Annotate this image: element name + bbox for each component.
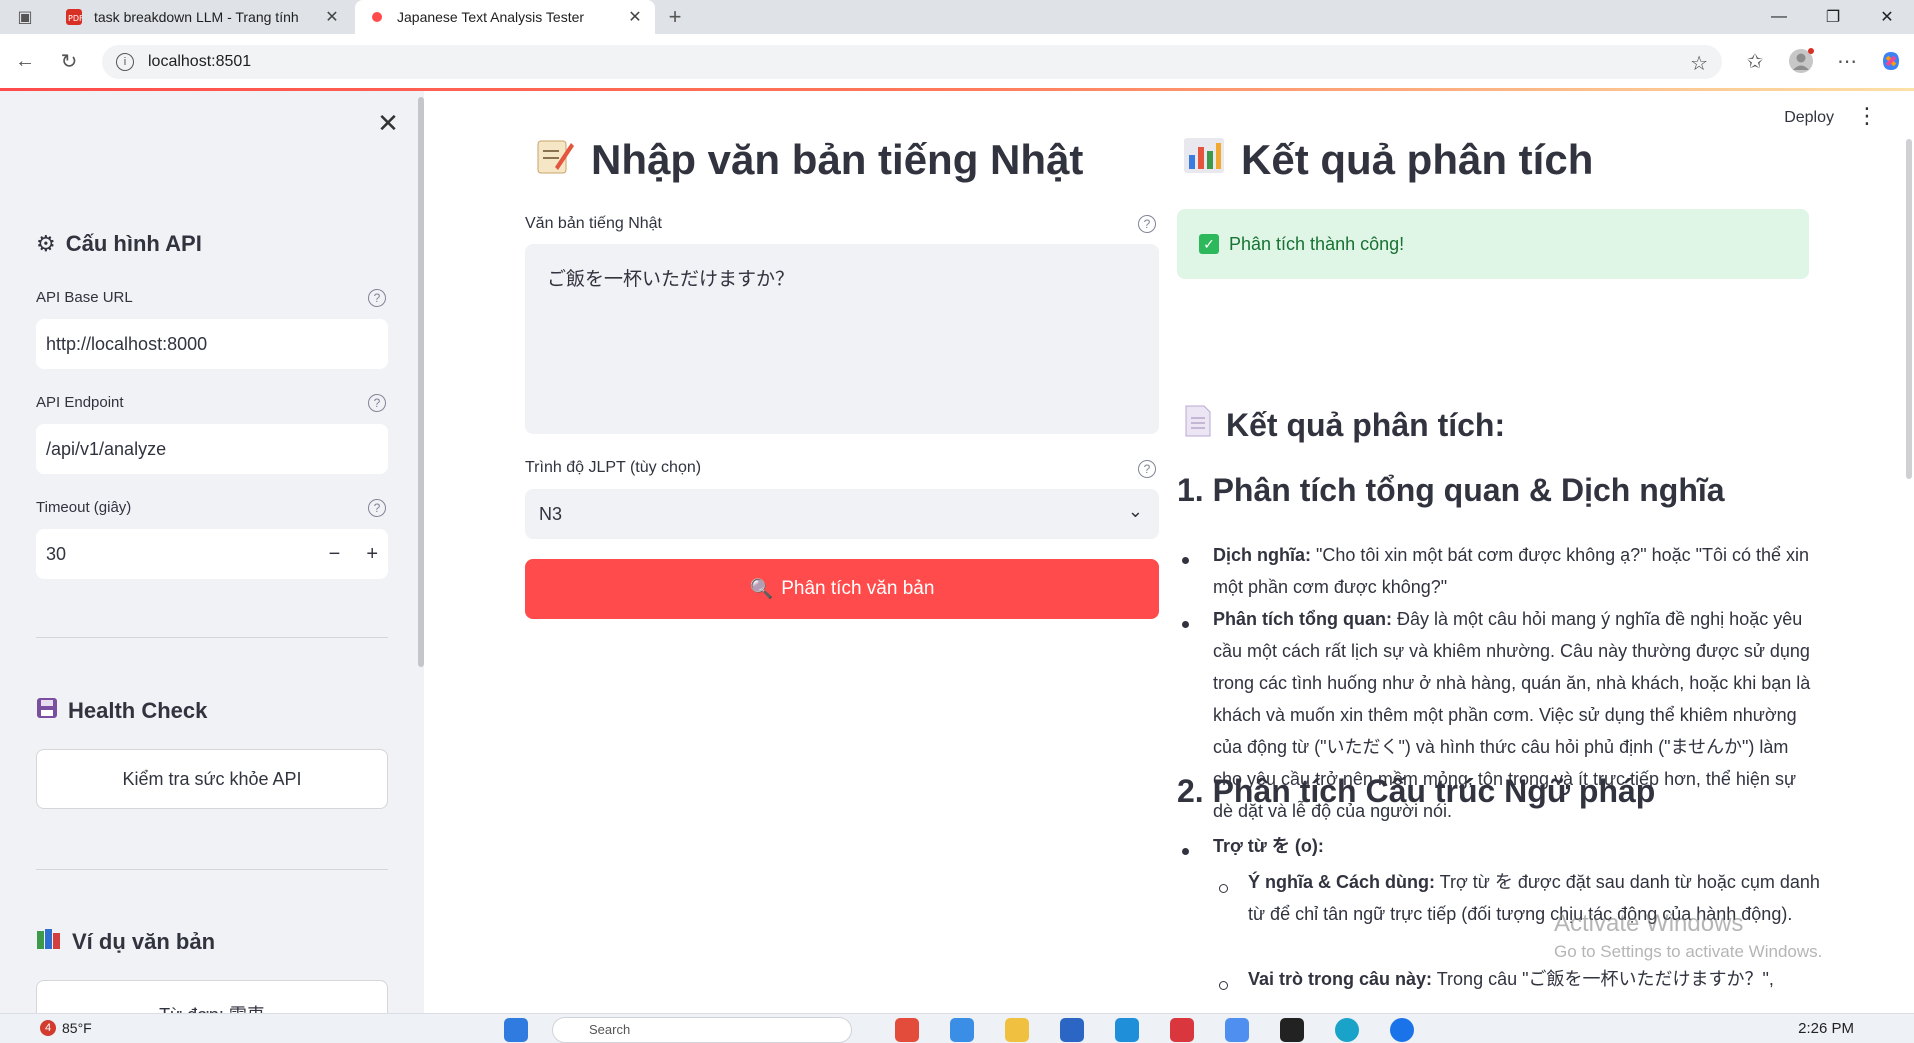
sidebar: ✕ ⚙ Cấu hình API API Base URL ? http://l… xyxy=(0,91,424,1013)
magnifier-icon: 🔍 xyxy=(749,579,774,600)
app-icon[interactable] xyxy=(1060,1018,1084,1042)
section-1-heading: 1. Phân tích tổng quan & Dịch nghĩa xyxy=(1177,472,1725,508)
results-subheading: Kết quả phân tích: xyxy=(1184,404,1505,446)
help-icon[interactable]: ? xyxy=(368,394,386,412)
tab-title: Japanese Text Analysis Tester xyxy=(397,9,585,25)
help-icon[interactable]: ? xyxy=(368,499,386,517)
role-item: Vai trò trong câu này: Trong câu "ご飯を一杯い… xyxy=(1248,969,1774,989)
edge-icon[interactable] xyxy=(1335,1018,1359,1042)
examples-heading: Ví dụ văn bản xyxy=(36,928,215,956)
streamlit-icon xyxy=(369,9,385,25)
profile-avatar[interactable] xyxy=(1784,44,1818,78)
health-check-heading: Health Check xyxy=(36,697,207,725)
deploy-button[interactable]: Deploy xyxy=(1784,109,1834,127)
sub-bullet xyxy=(1219,981,1228,990)
timeout-stepper[interactable]: 30 − + xyxy=(36,529,388,579)
app-icon[interactable] xyxy=(1225,1018,1249,1042)
bullet xyxy=(1182,848,1189,855)
text-input-label: Văn bản tiếng Nhật xyxy=(525,215,662,232)
check-icon: ✓ xyxy=(1199,234,1219,254)
help-icon[interactable]: ? xyxy=(1138,460,1156,478)
url-text: localhost:8501 xyxy=(148,53,252,70)
analyze-button[interactable]: 🔍 Phân tích văn bản xyxy=(525,559,1159,619)
translation-item: Dịch nghĩa: "Cho tôi xin một bát cơm đượ… xyxy=(1213,545,1810,597)
weather-badge: 4 xyxy=(40,1020,56,1036)
jlpt-level-select[interactable]: N3 ⌄ xyxy=(525,489,1159,539)
divider xyxy=(36,869,388,870)
japanese-text-area[interactable]: ご飯を一杯いただけますか？ xyxy=(525,244,1159,434)
browser-tab-tester[interactable]: Japanese Text Analysis Tester ✕ xyxy=(355,0,655,34)
weather-widget[interactable]: 4 85°F xyxy=(40,1020,92,1036)
more-options-icon[interactable]: ⋯ xyxy=(1830,44,1864,78)
sub-bullet xyxy=(1219,884,1228,893)
svg-text:PDF: PDF xyxy=(68,14,82,23)
app-icon[interactable] xyxy=(895,1018,919,1042)
help-icon[interactable]: ? xyxy=(368,289,386,307)
memo-icon xyxy=(535,135,575,185)
results-heading: Kết quả phân tích xyxy=(1183,135,1593,185)
pdf-icon: PDF xyxy=(66,9,82,25)
gear-icon: ⚙ xyxy=(36,231,56,256)
close-tab-icon[interactable]: ✕ xyxy=(320,7,344,27)
start-icon[interactable] xyxy=(504,1018,528,1042)
chevron-down-icon: ⌄ xyxy=(1127,501,1143,521)
base-url-label: API Base URL xyxy=(36,289,133,306)
back-icon[interactable]: ← xyxy=(8,44,42,78)
books-icon xyxy=(36,928,62,956)
maximize-icon[interactable]: ❐ xyxy=(1810,0,1856,34)
temperature: 85°F xyxy=(62,1020,92,1036)
windows-taskbar: 4 85°F Search 2:26 PM xyxy=(0,1013,1914,1043)
close-tab-icon[interactable]: ✕ xyxy=(623,7,647,27)
main-content: Deploy ⋮ Nhập văn bản tiếng Nhật Văn bản… xyxy=(424,91,1914,1013)
document-icon xyxy=(1184,404,1212,446)
example-button[interactable]: Từ đơn: 雷車 xyxy=(36,980,388,1013)
minimize-icon[interactable]: — xyxy=(1756,0,1802,34)
reload-icon[interactable]: ↻ xyxy=(52,44,86,78)
folder-icon[interactable] xyxy=(1005,1018,1029,1042)
site-info-icon[interactable]: i xyxy=(116,53,134,71)
window-close-icon[interactable]: ✕ xyxy=(1864,0,1910,34)
main-scrollbar[interactable] xyxy=(1906,139,1912,479)
divider xyxy=(36,637,388,638)
decrement-icon[interactable]: − xyxy=(329,543,341,566)
browser-tab-sheets[interactable]: PDF task breakdown LLM - Trang tính ✕ xyxy=(52,0,352,34)
particle-item: Trợ từ を (o): xyxy=(1213,836,1324,856)
browser-tabbar: ▣ PDF task breakdown LLM - Trang tính ✕ … xyxy=(0,0,1914,34)
increment-icon[interactable]: + xyxy=(366,543,378,566)
clock: 2:26 PM xyxy=(1798,1020,1854,1037)
api-config-heading: ⚙ Cấu hình API xyxy=(36,231,202,256)
timeout-label: Timeout (giây) xyxy=(36,499,132,516)
app-icon[interactable] xyxy=(1170,1018,1194,1042)
new-tab-icon[interactable]: + xyxy=(658,0,692,34)
app-icon[interactable] xyxy=(950,1018,974,1042)
activation-watermark: Activate Windows Go to Settings to activ… xyxy=(1554,910,1823,961)
app-icon[interactable] xyxy=(1280,1018,1304,1042)
bullet xyxy=(1182,621,1189,628)
input-heading: Nhập văn bản tiếng Nhật xyxy=(535,135,1083,185)
base-url-input[interactable]: http://localhost:8000 xyxy=(36,319,388,369)
endpoint-input[interactable]: /api/v1/analyze xyxy=(36,424,388,474)
tab-title: task breakdown LLM - Trang tính xyxy=(94,9,299,25)
bar-chart-icon xyxy=(1183,135,1225,185)
section-2-heading: 2. Phân tích Cấu trúc Ngữ pháp xyxy=(1177,773,1656,809)
main-menu-icon[interactable]: ⋮ xyxy=(1856,103,1878,129)
taskbar-search[interactable]: Search xyxy=(552,1017,852,1043)
tab-actions-icon[interactable]: ▣ xyxy=(8,0,42,34)
help-icon[interactable]: ? xyxy=(1138,215,1156,233)
endpoint-label: API Endpoint xyxy=(36,394,124,411)
success-alert: ✓ Phân tích thành công! xyxy=(1177,209,1809,279)
streamlit-app: ✕ ⚙ Cấu hình API API Base URL ? http://l… xyxy=(0,91,1914,1013)
floppy-icon xyxy=(36,697,58,725)
jlpt-level-label: Trình độ JLPT (tùy chọn) xyxy=(525,459,702,476)
close-sidebar-icon[interactable]: ✕ xyxy=(372,107,404,139)
favorites-icon[interactable]: ✩ xyxy=(1738,44,1772,78)
url-field[interactable]: i localhost:8501 ☆ xyxy=(102,45,1722,79)
copilot-icon[interactable] xyxy=(1874,44,1908,78)
app-icon[interactable] xyxy=(1115,1018,1139,1042)
bookmark-star-icon[interactable]: ☆ xyxy=(1690,51,1708,76)
app-icon[interactable] xyxy=(1390,1018,1414,1042)
address-bar-row: ← ↻ i localhost:8501 ☆ ✩ ⋯ xyxy=(0,34,1914,90)
health-check-button[interactable]: Kiểm tra sức khỏe API xyxy=(36,749,388,809)
bullet xyxy=(1182,557,1189,564)
